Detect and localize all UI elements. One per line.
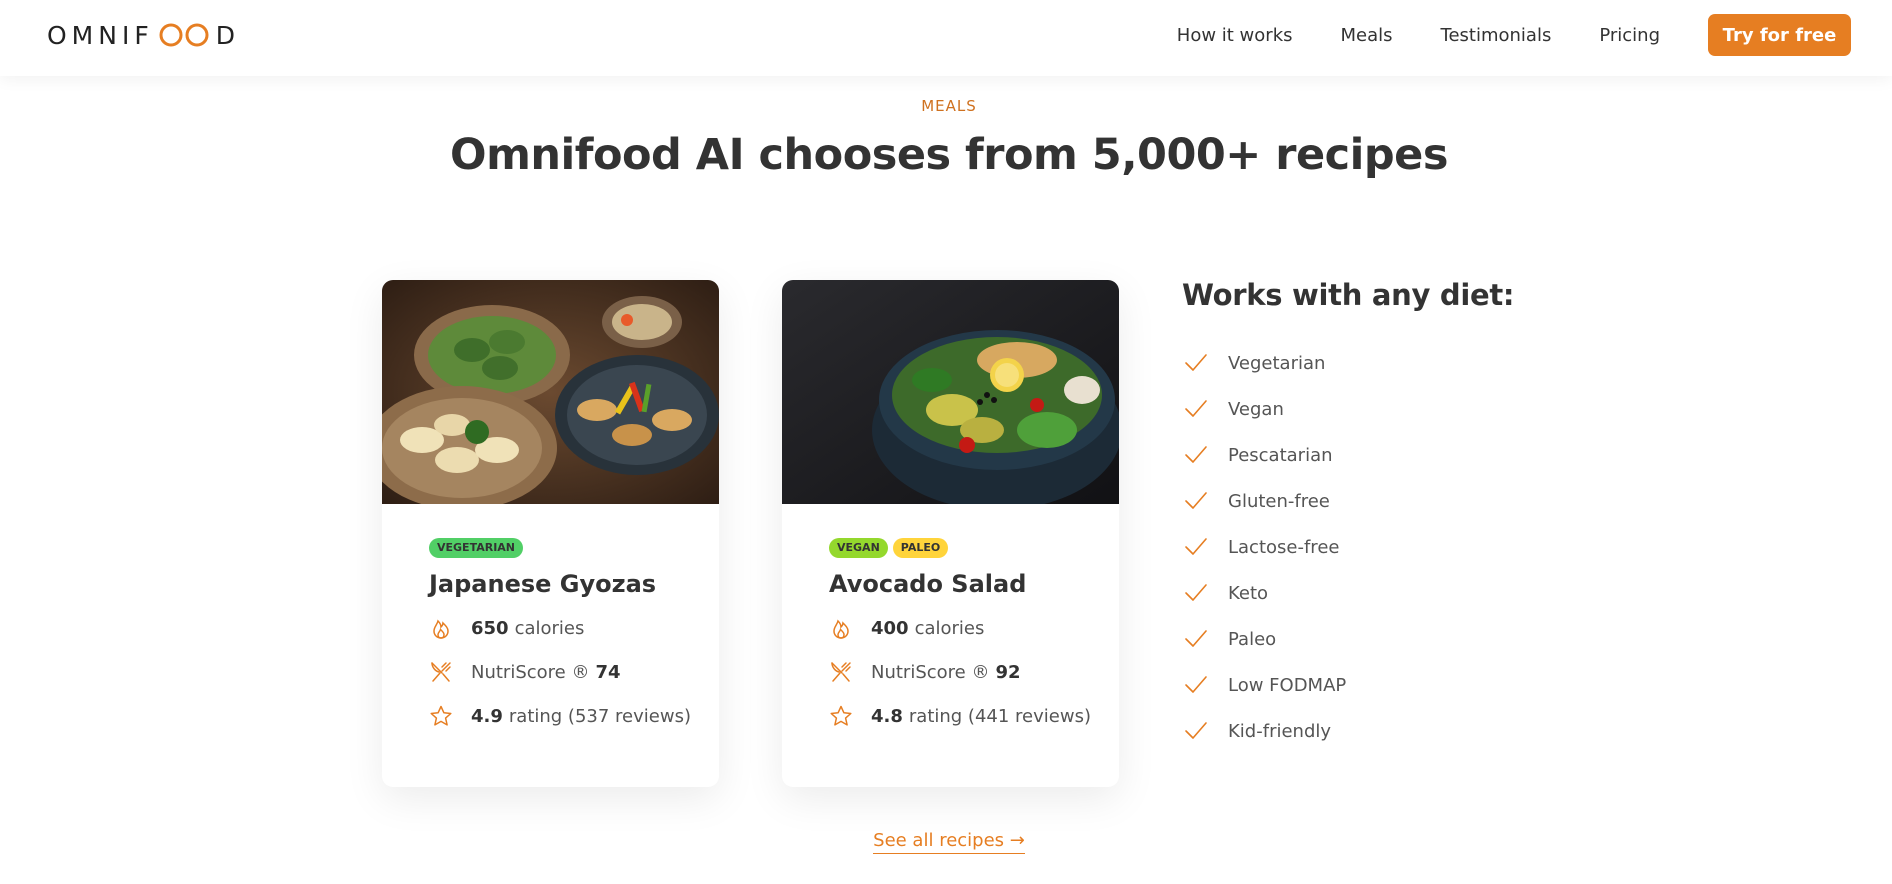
rating-attribute: 4.9 rating (537 reviews) [429, 703, 699, 729]
logo-text-left: OMNIF [47, 20, 154, 50]
diet-label: Vegan [1228, 398, 1284, 420]
meal-tags: VEGETARIAN [429, 538, 699, 558]
checkmark-icon [1185, 676, 1207, 693]
japanese-gyozas-photo [382, 280, 719, 504]
rating-attribute: 4.8 rating (441 reviews) [829, 703, 1099, 729]
omnifood-logo[interactable]: OMNIF D [47, 20, 240, 50]
nutriscore-label: NutriScore ® [871, 661, 990, 683]
calories-attribute: 400 calories [829, 615, 1099, 641]
checkmark-icon [1185, 354, 1207, 371]
meal-attributes: 650 calories NutriScore ® 74 4.9 rating … [429, 615, 699, 729]
nav-pricing[interactable]: Pricing [1599, 25, 1660, 46]
list-item: Low FODMAP [1183, 671, 1346, 699]
rating-label: rating (441 reviews) [908, 705, 1091, 727]
calories-value: 650 [471, 617, 509, 639]
diet-label: Kid-friendly [1228, 720, 1332, 742]
try-for-free-button[interactable]: Try for free [1708, 14, 1851, 56]
main-nav: How it works Meals Testimonials Pricing … [1177, 14, 1851, 56]
rating-label: rating (537 reviews) [508, 705, 691, 727]
avocado-salad-photo [782, 280, 1119, 504]
logo-infinity-icon [159, 23, 209, 47]
meal-card-avocado-salad: VEGAN PALEO Avocado Salad 400 calories N… [782, 280, 1119, 787]
calories-label: calories [914, 617, 985, 639]
diet-label: Low FODMAP [1228, 674, 1347, 696]
list-item: Keto [1183, 579, 1346, 607]
meal-card-body: VEGAN PALEO Avocado Salad 400 calories N… [829, 538, 1099, 747]
list-item: Gluten-free [1183, 487, 1346, 515]
meal-card-body: VEGETARIAN Japanese Gyozas 650 calories … [429, 538, 699, 747]
list-item: Kid-friendly [1183, 717, 1346, 745]
all-recipes-container: See all recipes → [0, 830, 1892, 854]
nav-meals[interactable]: Meals [1341, 25, 1393, 46]
section-heading: Omnifood AI chooses from 5,000+ recipes [450, 130, 1448, 180]
flame-icon [433, 619, 449, 639]
nutriscore-attribute: NutriScore ® 92 [829, 659, 1099, 685]
nav-testimonials[interactable]: Testimonials [1441, 25, 1552, 46]
section-subheading: MEALS [921, 97, 977, 115]
tag-vegan: VEGAN [829, 538, 888, 558]
tag-vegetarian: VEGETARIAN [429, 538, 524, 558]
diet-label: Vegetarian [1228, 352, 1326, 374]
calories-attribute: 650 calories [429, 615, 699, 641]
logo-text-right: D [215, 20, 240, 50]
calories-value: 400 [871, 617, 909, 639]
nutriscore-value: 92 [995, 661, 1021, 683]
diet-label: Paleo [1228, 628, 1277, 650]
meal-attributes: 400 calories NutriScore ® 92 4.8 rating … [829, 615, 1099, 729]
diet-label: Gluten-free [1228, 490, 1330, 512]
meal-title: Avocado Salad [829, 570, 1027, 598]
site-header: OMNIF D How it works Meals Testimonials … [0, 0, 1892, 76]
list-item: Lactose-free [1183, 533, 1346, 561]
calories-label: calories [514, 617, 585, 639]
utensils-icon [431, 662, 451, 682]
checkmark-icon [1185, 446, 1207, 463]
star-icon [430, 705, 452, 726]
checkmark-icon [1185, 400, 1207, 417]
diet-label: Keto [1228, 582, 1269, 604]
meal-tags: VEGAN PALEO [829, 538, 1099, 558]
tag-paleo: PALEO [892, 538, 949, 558]
diet-label: Pescatarian [1228, 444, 1333, 466]
nutriscore-value: 74 [595, 661, 621, 683]
diet-list-title: Works with any diet: [1182, 278, 1515, 312]
utensils-icon [831, 662, 851, 682]
see-all-recipes-link[interactable]: See all recipes → [873, 830, 1025, 854]
rating-value: 4.8 [871, 705, 903, 727]
list-item: Paleo [1183, 625, 1346, 653]
list-item: Vegan [1183, 395, 1346, 423]
meal-title: Japanese Gyozas [429, 570, 657, 598]
diet-list: Vegetarian Vegan Pescatarian Gluten-free… [1183, 349, 1346, 763]
flame-icon [833, 619, 849, 639]
meal-card-gyozas: VEGETARIAN Japanese Gyozas 650 calories … [382, 280, 719, 787]
nav-how-it-works[interactable]: How it works [1177, 25, 1293, 46]
nutriscore-label: NutriScore ® [471, 661, 590, 683]
list-item: Vegetarian [1183, 349, 1346, 377]
checkmark-icon [1185, 630, 1207, 647]
checkmark-icon [1185, 722, 1207, 739]
nutriscore-attribute: NutriScore ® 74 [429, 659, 699, 685]
star-icon [830, 705, 852, 726]
checkmark-icon [1185, 538, 1207, 555]
rating-value: 4.9 [471, 705, 503, 727]
checkmark-icon [1185, 492, 1207, 509]
list-item: Pescatarian [1183, 441, 1346, 469]
checkmark-icon [1185, 584, 1207, 601]
diet-label: Lactose-free [1228, 536, 1340, 558]
